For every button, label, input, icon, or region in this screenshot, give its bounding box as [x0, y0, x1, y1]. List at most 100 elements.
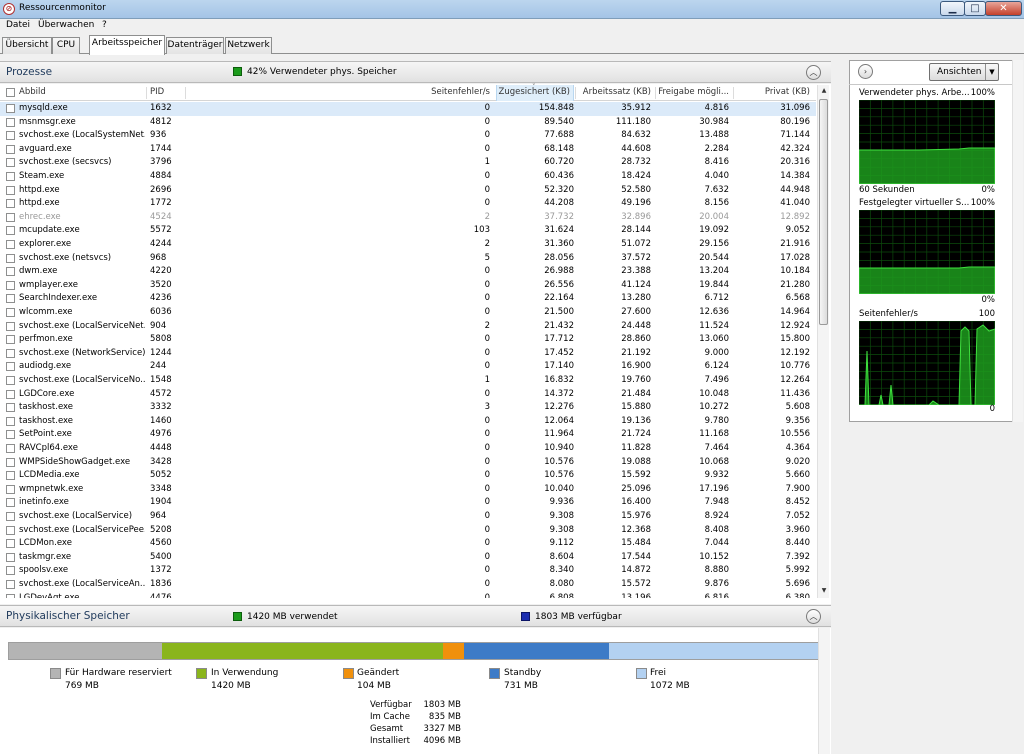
- table-row[interactable]: dwm.exe 4220 0 26.988 23.388 13.204 10.184: [0, 265, 816, 279]
- select-all-checkbox[interactable]: [6, 88, 15, 97]
- close-button[interactable]: ✕: [985, 1, 1022, 16]
- row-checkbox[interactable]: [6, 389, 15, 399]
- scroll-down-arrow-icon[interactable]: ▼: [819, 585, 829, 597]
- row-checkbox[interactable]: [6, 280, 15, 290]
- table-row[interactable]: svchost.exe (LocalServicePee... 5208 0 9.30…: [0, 524, 816, 538]
- column-abbild[interactable]: Abbild: [19, 85, 139, 101]
- row-checkbox[interactable]: [6, 185, 15, 195]
- minimize-button[interactable]: ▁: [940, 1, 965, 16]
- row-checkbox[interactable]: [6, 416, 15, 426]
- physical-memory-scrollbar[interactable]: [818, 628, 830, 754]
- collapse-processes-chevron-icon[interactable]: ︿: [806, 65, 821, 80]
- row-checkbox[interactable]: [6, 566, 15, 576]
- row-checkbox[interactable]: [6, 403, 15, 413]
- table-row[interactable]: wmpnetwk.exe 3348 0 10.040 25.096 17.196 7.900: [0, 483, 816, 497]
- table-row[interactable]: taskhost.exe 3332 3 12.276 15.880 10.272 5.608: [0, 401, 816, 415]
- table-row[interactable]: svchost.exe (secsvcs) 3796 1 60.720 28.732 8.…: [0, 156, 816, 170]
- row-checkbox[interactable]: [6, 484, 15, 494]
- processes-header[interactable]: Prozesse 42% Verwendeter phys. Speicher …: [0, 61, 831, 83]
- row-checkbox[interactable]: [6, 172, 15, 181]
- row-checkbox[interactable]: [6, 131, 15, 141]
- row-checkbox[interactable]: [6, 267, 15, 277]
- row-checkbox[interactable]: [6, 104, 15, 113]
- row-checkbox[interactable]: [6, 593, 15, 598]
- table-row[interactable]: SearchIndexer.exe 4236 0 22.164 13.280 6.712 6…: [0, 292, 816, 306]
- row-checkbox[interactable]: [6, 144, 15, 154]
- row-checkbox[interactable]: [6, 525, 15, 535]
- row-checkbox[interactable]: [6, 444, 15, 453]
- table-row[interactable]: ehrec.exe 4524 2 37.732 32.896 20.004 12.892: [0, 211, 816, 225]
- row-checkbox[interactable]: [6, 117, 15, 127]
- row-checkbox[interactable]: [6, 308, 15, 317]
- table-row[interactable]: taskhost.exe 1460 0 12.064 19.136 9.780 9.356: [0, 415, 816, 429]
- table-row[interactable]: svchost.exe (LocalServiceAn... 1836 0 8.080…: [0, 578, 816, 592]
- table-row[interactable]: inetinfo.exe 1904 0 9.936 16.400 7.948 8.452: [0, 496, 816, 510]
- tab-arbeitsspeicher[interactable]: Arbeitsspeicher: [89, 35, 165, 55]
- private-value: 17.028: [780, 252, 810, 263]
- row-checkbox[interactable]: [6, 199, 15, 209]
- row-checkbox[interactable]: [6, 512, 15, 521]
- row-checkbox[interactable]: [6, 226, 15, 236]
- graphs-scrollbar[interactable]: [1012, 60, 1023, 422]
- column-pid[interactable]: PID: [150, 85, 180, 101]
- table-row[interactable]: avguard.exe 1744 0 68.148 44.608 2.284 42.324: [0, 143, 816, 157]
- row-checkbox[interactable]: [6, 253, 15, 263]
- row-checkbox[interactable]: [6, 539, 15, 549]
- legend-in-use-value: 1420 MB: [211, 681, 251, 691]
- row-checkbox[interactable]: [6, 580, 15, 589]
- row-checkbox[interactable]: [6, 335, 15, 345]
- row-checkbox[interactable]: [6, 552, 15, 562]
- row-checkbox[interactable]: [6, 471, 15, 481]
- table-row[interactable]: LCDMon.exe 4560 0 9.112 15.484 7.044 8.440: [0, 537, 816, 551]
- table-row[interactable]: mysqld.exe 1632 0 154.848 35.912 4.816 31.096: [0, 102, 816, 116]
- column-arbeitssatz[interactable]: Arbeitssatz (KB): [576, 85, 651, 101]
- table-row[interactable]: spoolsv.exe 1372 0 8.340 14.872 8.880 5.992: [0, 564, 816, 578]
- table-row[interactable]: mcupdate.exe 5572 103 31.624 28.144 19.092 9.0…: [0, 224, 816, 238]
- table-row[interactable]: httpd.exe 1772 0 44.208 49.196 8.156 41.040: [0, 197, 816, 211]
- table-row[interactable]: LGDevAgt.exe 4476 0 6.808 13.196 6.816 6.380: [0, 592, 816, 598]
- table-row[interactable]: msnmsgr.exe 4812 0 89.540 111.180 30.984 80.19…: [0, 116, 816, 130]
- table-row[interactable]: wmplayer.exe 3520 0 26.556 41.124 19.844 21.28…: [0, 279, 816, 293]
- scrollbar-thumb[interactable]: [819, 99, 828, 325]
- table-row[interactable]: LGDCore.exe 4572 0 14.372 21.484 10.048 11.436: [0, 388, 816, 402]
- row-checkbox[interactable]: [6, 430, 15, 440]
- row-checkbox[interactable]: [6, 348, 15, 358]
- table-row[interactable]: WMPSideShowGadget.exe 3428 0 10.576 19.088 10…: [0, 456, 816, 470]
- process-table-scrollbar[interactable]: ▲ ▼: [817, 85, 829, 598]
- collapse-physical-memory-chevron-icon[interactable]: ︿: [806, 609, 821, 624]
- table-row[interactable]: LCDMedia.exe 5052 0 10.576 15.592 9.932 5.660: [0, 469, 816, 483]
- row-checkbox[interactable]: [6, 376, 15, 385]
- table-row[interactable]: svchost.exe (netsvcs) 968 5 28.056 37.572 20.…: [0, 252, 816, 266]
- table-row[interactable]: audiodg.exe 244 0 17.140 16.900 6.124 10.776: [0, 360, 816, 374]
- table-row[interactable]: Steam.exe 4884 0 60.436 18.424 4.040 14.384: [0, 170, 816, 184]
- table-row[interactable]: taskmgr.exe 5400 0 8.604 17.544 10.152 7.392: [0, 551, 816, 565]
- row-checkbox[interactable]: [6, 498, 15, 508]
- table-row[interactable]: svchost.exe (NetworkService) 1244 0 17.452 2…: [0, 347, 816, 361]
- table-row[interactable]: SetPoint.exe 4976 0 11.964 21.724 11.168 10.55…: [0, 428, 816, 442]
- table-row[interactable]: wlcomm.exe 6036 0 21.500 27.600 12.636 14.964: [0, 306, 816, 320]
- table-row[interactable]: RAVCpl64.exe 4448 0 10.940 11.828 7.464 4.364: [0, 442, 816, 456]
- row-checkbox[interactable]: [6, 240, 15, 249]
- physical-memory-header[interactable]: Physikalischer Speicher 1420 MB verwende…: [0, 605, 831, 627]
- table-row[interactable]: explorer.exe 4244 2 31.360 51.072 29.156 21.91…: [0, 238, 816, 252]
- row-checkbox[interactable]: [6, 212, 15, 222]
- column-privat[interactable]: Privat (KB): [734, 85, 810, 101]
- table-row[interactable]: svchost.exe (LocalSystemNet... 936 0 77.688…: [0, 129, 816, 143]
- table-row[interactable]: perfmon.exe 5808 0 17.712 28.860 13.060 15.800: [0, 333, 816, 347]
- table-row[interactable]: httpd.exe 2696 0 52.320 52.580 7.632 44.948: [0, 184, 816, 198]
- maximize-button[interactable]: □: [964, 1, 986, 16]
- row-checkbox[interactable]: [6, 362, 15, 372]
- table-row[interactable]: svchost.exe (LocalServiceNo... 1548 1 16.83…: [0, 374, 816, 388]
- row-checkbox[interactable]: [6, 158, 15, 168]
- private-value: 9.356: [785, 415, 810, 426]
- column-seitenfehler[interactable]: Seitenfehler/s: [400, 85, 490, 101]
- table-row[interactable]: svchost.exe (LocalService) 964 0 9.308 15.97…: [0, 510, 816, 524]
- expand-graphs-chevron-icon[interactable]: ›: [858, 64, 873, 79]
- scroll-up-arrow-icon[interactable]: ▲: [819, 85, 829, 97]
- row-checkbox[interactable]: [6, 294, 15, 304]
- row-checkbox[interactable]: [6, 321, 15, 331]
- table-row[interactable]: svchost.exe (LocalServiceNet... 904 2 21.43…: [0, 320, 816, 334]
- column-freigabe[interactable]: Freigabe mögli...: [656, 85, 729, 101]
- views-dropdown[interactable]: Ansichten ▼: [929, 63, 999, 81]
- row-checkbox[interactable]: [6, 457, 15, 467]
